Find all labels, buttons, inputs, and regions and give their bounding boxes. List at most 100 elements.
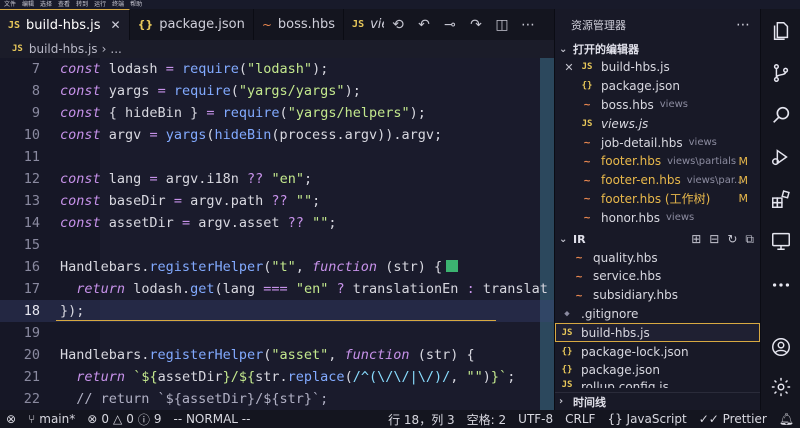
folder-item[interactable]: {} package-lock.json	[555, 342, 760, 361]
explorer-icon[interactable]	[761, 11, 800, 51]
file-path: views	[666, 212, 695, 224]
activity-bar	[760, 9, 800, 410]
js-file-icon: JS	[12, 44, 23, 54]
breadcrumb-rest[interactable]: ...	[110, 42, 121, 56]
open-editor-item[interactable]: ~ job-detail.hbs views	[555, 133, 760, 152]
file-path: views\partials	[667, 155, 737, 167]
open-editor-item[interactable]: JS views.js	[555, 114, 760, 133]
open-editor-item[interactable]: ✕ JS build-hbs.js	[555, 58, 760, 77]
refresh-icon[interactable]: ↻	[727, 232, 737, 247]
folder-item[interactable]: ◆ .gitignore	[555, 305, 760, 324]
branch-indicator[interactable]: ⑂ main*	[22, 412, 81, 426]
code-line: 15	[23, 237, 40, 253]
new-file-icon[interactable]: ⊞	[691, 232, 701, 247]
js-file-icon: JS	[352, 19, 365, 30]
folder-item[interactable]: ~ service.hbs	[555, 267, 760, 286]
code-line: 22 // return `${assetDir}/${str}`;	[23, 391, 329, 407]
more-actions-icon[interactable]: ⋯	[520, 17, 536, 33]
more-icon[interactable]	[761, 265, 800, 305]
cursor-position[interactable]: 行 18，列 3	[382, 411, 461, 428]
chevron-down-icon: ⌄	[559, 233, 568, 245]
breadcrumb-file[interactable]: build-hbs.js	[29, 42, 98, 56]
history-icon[interactable]: ⟲	[390, 17, 406, 33]
open-editor-item[interactable]: ~ footer-en.hbs views\par... M	[555, 171, 760, 190]
close-icon[interactable]: ✕	[561, 61, 577, 74]
search-icon[interactable]	[761, 95, 800, 135]
folder-header[interactable]: ⌄ IR ⊞ ⊟ ↻ ⧉	[555, 230, 760, 248]
source-control-icon[interactable]	[761, 53, 800, 93]
file-name: boss.hbs	[601, 97, 654, 112]
editor-actions: ⟲ ↶ ⊸ ↷ ◫ ⋯	[384, 9, 554, 40]
new-folder-icon[interactable]: ⊟	[709, 232, 719, 247]
notifications-icon[interactable]: 🔔︎	[773, 412, 800, 426]
folder-label: IR	[573, 232, 586, 246]
commit-icon[interactable]: ⊸	[442, 17, 458, 33]
menu-help[interactable]: 帮助	[130, 0, 142, 9]
open-editor-item[interactable]: ~ footer.hbs (工作树) M	[555, 190, 760, 209]
menu-goto[interactable]: 转到	[76, 0, 88, 9]
code-editor[interactable]: 7 const lodash = require("lodash"); 8 cons…	[0, 58, 554, 410]
open-editor-item[interactable]: ~ honor.hbs views	[555, 208, 760, 227]
folder-item[interactable]: {} package.json	[555, 361, 760, 380]
menu-edit[interactable]: 编辑	[22, 0, 34, 9]
chevron-right-icon: ›	[101, 42, 107, 56]
hbs-file-icon: ~	[583, 98, 591, 112]
gear-icon[interactable]	[761, 367, 800, 407]
current-line-underline	[56, 320, 496, 321]
go-forward-icon[interactable]: ↷	[468, 17, 484, 33]
file-path: views	[688, 137, 717, 149]
indentation[interactable]: 空格: 2	[461, 411, 513, 428]
folder-item[interactable]: ~ subsidiary.hbs	[555, 286, 760, 305]
file-name: footer.hbs (工作树)	[601, 192, 711, 207]
tab-build-hbs-js[interactable]: JS build-hbs.js ✕	[0, 9, 130, 40]
file-name: package-lock.json	[581, 344, 689, 359]
code-line: 13 const baseDir = argv.path ?? "";	[23, 193, 321, 209]
open-editor-item[interactable]: ~ footer.hbs views\partials M	[555, 152, 760, 171]
more-icon[interactable]: ⋯	[736, 17, 750, 33]
remote-indicator[interactable]: ⊗	[0, 412, 22, 426]
tab-label: build-hbs.js	[26, 17, 101, 33]
extensions-icon[interactable]	[761, 179, 800, 219]
folder-item[interactable]: JS rollup.config.js	[555, 380, 760, 388]
collapse-all-icon[interactable]: ⧉	[745, 232, 754, 247]
menu-select[interactable]: 选择	[40, 0, 52, 9]
timeline-header[interactable]: › 时间线	[555, 392, 760, 410]
hbs-file-icon: ~	[575, 288, 583, 302]
encoding[interactable]: UTF-8	[512, 412, 559, 426]
modified-badge: M	[738, 154, 749, 168]
js-file-icon: JS	[561, 379, 573, 388]
open-editor-item[interactable]: ~ boss.hbs views	[555, 96, 760, 115]
error-icon: ⊗	[87, 412, 98, 426]
language-mode[interactable]: {} JavaScript	[601, 412, 692, 426]
code-line: 12 const lang = argv.i18n ?? "en";	[23, 171, 313, 187]
menu-terminal[interactable]: 终端	[112, 0, 124, 9]
file-name: views.js	[601, 116, 649, 131]
menu-view[interactable]: 查看	[58, 0, 70, 9]
info-icon: ⓘ	[137, 412, 150, 427]
open-editors-label: 打开的编辑器	[573, 43, 639, 56]
menu-run[interactable]: 运行	[94, 0, 106, 9]
prettier-status[interactable]: ✓✓ Prettier	[693, 412, 773, 426]
run-debug-icon[interactable]	[761, 137, 800, 177]
remote-explorer-icon[interactable]	[761, 221, 800, 261]
explorer-panel: 资源管理器 ⋯ ⌄ 打开的编辑器 ✕ JS build-hbs.js {} pa…	[554, 9, 760, 410]
explorer-title: 资源管理器	[571, 18, 626, 32]
hbs-file-icon: ~	[583, 173, 591, 187]
account-icon[interactable]	[761, 327, 800, 367]
go-back-icon[interactable]: ↶	[416, 17, 432, 33]
end-of-line[interactable]: CRLF	[559, 412, 601, 426]
code-line: 10 const argv = yargs(hideBin(process.arg…	[23, 127, 443, 143]
tab-label: boss.hbs	[277, 17, 336, 32]
open-editors-header[interactable]: ⌄ 打开的编辑器	[555, 40, 760, 58]
folder-item[interactable]: ~ quality.hbs	[555, 248, 760, 267]
folder-item-selected[interactable]: JS build-hbs.js	[555, 323, 760, 343]
folder-tools: ⊞ ⊟ ↻ ⧉	[691, 232, 754, 247]
tab-boss-hbs[interactable]: ~ boss.hbs	[253, 9, 345, 40]
tab-package-json[interactable]: {} package.json	[129, 9, 254, 40]
split-editor-icon[interactable]: ◫	[494, 17, 510, 33]
close-icon[interactable]: ✕	[111, 18, 121, 32]
problems-indicator[interactable]: ⊗ 0 △ 0 ⓘ 9	[81, 411, 167, 428]
open-editor-item[interactable]: {} package.json	[555, 77, 760, 96]
menu-file[interactable]: 文件	[4, 0, 16, 9]
editor-tabs: JS build-hbs.js ✕ {} package.json ~ boss…	[0, 9, 424, 40]
